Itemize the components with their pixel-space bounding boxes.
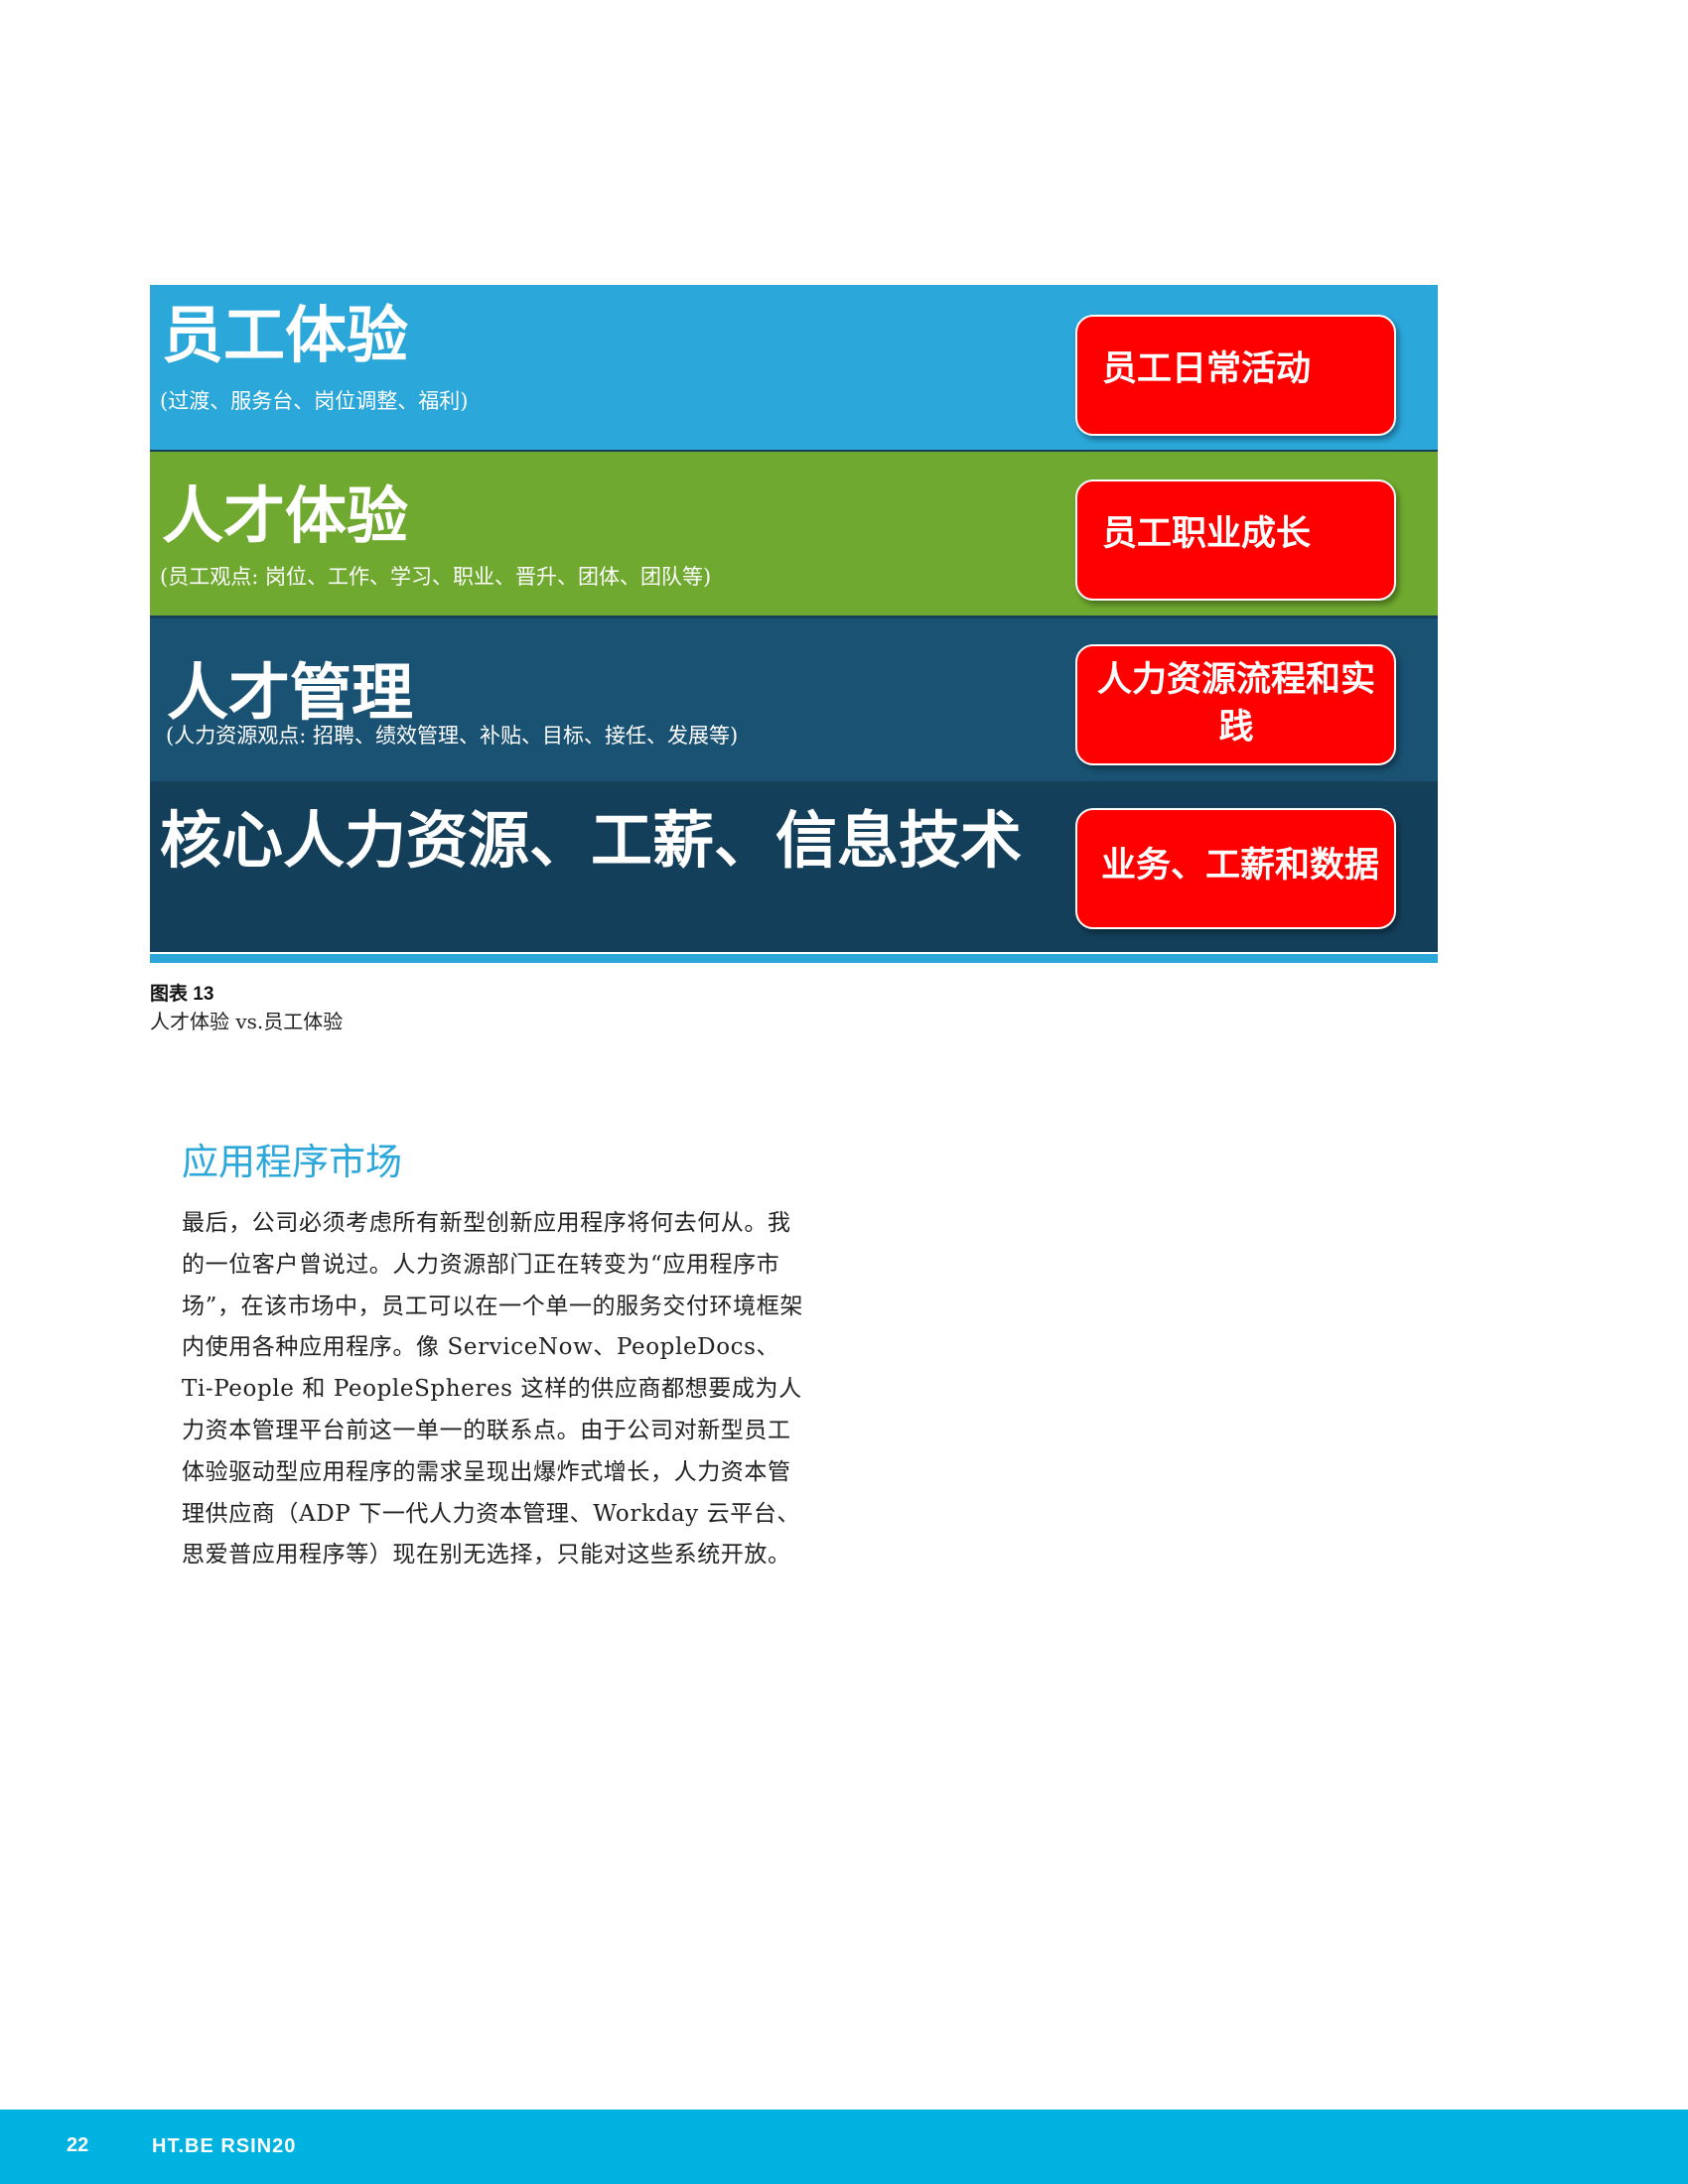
figure-caption-text: 人才体验 vs.员工体验 [150, 1010, 344, 1033]
band-pill: 业务、工薪和数据 [1075, 808, 1396, 929]
band-title: 员工体验 [162, 299, 409, 371]
band-employee-experience: 员工体验 (过渡、服务台、岗位调整、福利) 员工日常活动 [150, 285, 1438, 450]
band-pill: 人力资源流程和实践 [1075, 644, 1396, 765]
band-title: 人才体验 [162, 479, 409, 552]
footer-brand: HT.BE RSIN20 [152, 2135, 297, 2157]
band-subtitle: (员工观点: 岗位、工作、学习、职业、晋升、团体、团队等) [160, 565, 712, 589]
hr-experience-figure: 员工体验 (过渡、服务台、岗位调整、福利) 员工日常活动 人才体验 (员工观点:… [150, 285, 1438, 963]
figure-bottom-rule [150, 952, 1438, 963]
body-paragraph: 最后，公司必须考虑所有新型创新应用程序将何去何从。我的一位客户曾说过。人力资源部… [182, 1210, 803, 1569]
band-core-hr: 核心人力资源、工薪、信息技术 业务、工薪和数据 [150, 786, 1438, 952]
band-talent-management: 人才管理 (人力资源观点: 招聘、绩效管理、补贴、目标、接任、发展等) 人力资源… [150, 618, 1438, 781]
band-subtitle: (过渡、服务台、岗位调整、福利) [160, 389, 469, 413]
band-pill: 员工日常活动 [1075, 315, 1396, 436]
page-footer: 22 HT.BE RSIN20 [0, 2110, 1688, 2184]
band-talent-experience: 人才体验 (员工观点: 岗位、工作、学习、职业、晋升、团体、团队等) 员工职业成… [150, 452, 1438, 615]
band-subtitle: (人力资源观点: 招聘、绩效管理、补贴、目标、接任、发展等) [166, 724, 739, 748]
band-title: 人才管理 [167, 656, 414, 729]
band-pill: 员工职业成长 [1075, 479, 1396, 601]
pill-label: 业务、工薪和数据 [1101, 845, 1380, 886]
band-title: 核心人力资源、工薪、信息技术 [160, 804, 1023, 877]
pill-label: 员工日常活动 [1102, 348, 1312, 389]
figure-caption-label: 图表 13 [150, 984, 214, 1005]
section-heading: 应用程序市场 [182, 1141, 402, 1183]
pill-label: 员工职业成长 [1102, 513, 1312, 554]
pill-label: 人力资源流程和实践 [1097, 659, 1376, 748]
page-number: 22 [67, 2134, 89, 2156]
